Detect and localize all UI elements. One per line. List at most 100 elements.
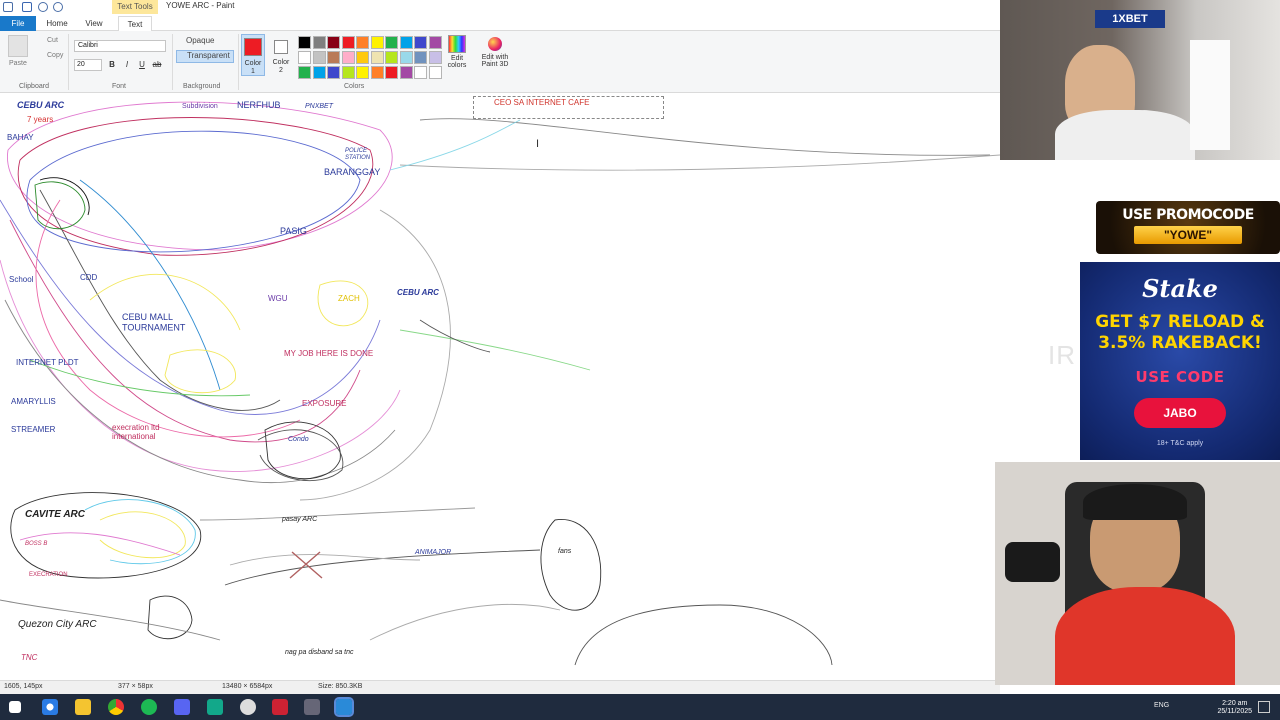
strikethrough-button[interactable]: ab [151, 59, 163, 71]
tab-view[interactable]: View [80, 16, 108, 31]
file-explorer-icon[interactable] [75, 699, 91, 715]
palette-swatch[interactable] [341, 51, 355, 64]
selection-size: 377 × 58px [118, 683, 153, 690]
color-palette [298, 36, 442, 80]
palette-swatch[interactable] [356, 51, 369, 64]
label-execration-2: EXECRATION [29, 572, 68, 578]
streamer-hair [1083, 484, 1187, 520]
palette-swatch[interactable] [341, 36, 355, 49]
app-icon[interactable] [207, 699, 223, 715]
palette-swatch[interactable] [327, 36, 340, 49]
settings-icon[interactable] [240, 699, 256, 715]
palette-swatch[interactable] [399, 36, 413, 49]
label-cebu-mall: CEBU MALL TOURNAMENT [122, 312, 186, 332]
color2-selector[interactable]: Color 2 [270, 34, 294, 76]
promocode-banner: USE PROMOCODE "YOWE" [1096, 201, 1280, 254]
divider [68, 34, 69, 90]
tab-file[interactable]: File [0, 16, 36, 31]
paint-canvas[interactable]: CEBU ARC 7 years BAHAY Subdivision NERFH… [0, 94, 1000, 675]
label-school: School [9, 275, 34, 284]
palette-swatch[interactable] [312, 36, 326, 49]
palette-swatch[interactable] [312, 51, 326, 64]
palette-swatch[interactable] [399, 66, 413, 79]
divider [172, 34, 173, 90]
palette-swatch[interactable] [385, 66, 398, 79]
app-icon[interactable] [304, 699, 320, 715]
language-indicator[interactable]: ENG [1154, 702, 1169, 709]
underline-button[interactable]: U [136, 59, 148, 71]
label-tnc: TNC [21, 653, 38, 662]
palette-swatch[interactable] [385, 51, 398, 64]
save-icon[interactable] [22, 2, 32, 12]
edit-with-paint3d-button[interactable]: Edit with Paint 3D [478, 35, 512, 75]
active-text-box[interactable]: CEO SA INTERNET CAFE [473, 96, 664, 119]
paint-app-icon [3, 2, 13, 12]
undo-icon[interactable] [38, 2, 48, 12]
palette-swatch[interactable] [414, 36, 427, 49]
opaque-option[interactable]: Opaque [176, 36, 232, 47]
redo-icon[interactable] [53, 2, 63, 12]
label-wgu: WGU [268, 294, 288, 303]
stake-logo: Stake [1142, 274, 1218, 303]
textbox-content: CEO SA INTERNET CAFE [494, 98, 590, 107]
file-size: Size: 850.3KB [318, 683, 363, 690]
palette-swatch[interactable] [370, 66, 384, 79]
palette-swatch[interactable] [356, 36, 369, 49]
palette-swatch[interactable] [428, 66, 442, 79]
label-police: POLICE STATION [345, 148, 371, 161]
palette-swatch[interactable] [370, 36, 384, 49]
palette-swatch[interactable] [298, 66, 311, 79]
palette-swatch[interactable] [327, 66, 340, 79]
spotify-icon[interactable] [141, 699, 157, 715]
label-cdd: CDD [80, 273, 98, 282]
paint-taskbar-icon[interactable] [334, 697, 354, 717]
paste-button[interactable]: Paste [9, 60, 27, 67]
discord-icon[interactable] [174, 699, 190, 715]
clock[interactable]: 2:20 am 25/11/2025 [1217, 700, 1252, 716]
palette-swatch[interactable] [399, 51, 413, 64]
paste-icon[interactable] [8, 35, 28, 57]
tab-text[interactable]: Text [118, 16, 152, 31]
edit-colors-button[interactable]: Edit colors [446, 35, 468, 75]
chrome-icon[interactable] [108, 699, 124, 715]
palette-swatch[interactable] [327, 51, 340, 64]
divider [238, 34, 239, 90]
label-cebu-arc-2: CEBU ARC [397, 288, 439, 297]
edge-icon[interactable] [42, 699, 58, 715]
colors-group-label: Colors [344, 83, 365, 90]
tab-home[interactable]: Home [42, 16, 72, 31]
clipboard-group-label: Clipboard [19, 83, 49, 90]
font-size-select[interactable]: 20 [74, 59, 102, 71]
label-disband: nag pa disband sa tnc [285, 649, 354, 656]
palette-swatch[interactable] [356, 66, 369, 79]
palette-swatch[interactable] [414, 51, 427, 64]
palette-swatch[interactable] [414, 66, 427, 79]
italic-button[interactable]: I [121, 59, 133, 71]
palette-swatch[interactable] [312, 66, 326, 79]
palette-swatch[interactable] [428, 51, 442, 64]
color1-selector[interactable]: Color 1 [241, 34, 265, 76]
palette-swatch[interactable] [298, 36, 311, 49]
canvas-size: 13480 × 6584px [222, 683, 273, 690]
color1-swatch [244, 38, 262, 56]
label-pasig: PASIG [280, 226, 307, 236]
bold-button[interactable]: B [106, 59, 118, 71]
streaming-app-icon[interactable] [272, 699, 288, 715]
streamer-shirt [1055, 587, 1235, 685]
notification-icon[interactable] [1258, 701, 1270, 713]
palette-swatch[interactable] [341, 66, 355, 79]
windows-start-icon[interactable] [9, 701, 21, 713]
microphone-icon [1005, 542, 1060, 582]
cut-button[interactable]: Cut [47, 37, 58, 44]
ribbon: Paste Cut Copy Clipboard Calibri 20 B I … [0, 31, 1000, 93]
label-cebu-arc: CEBU ARC [17, 100, 65, 110]
label-animajor: ANIMAJOR [414, 549, 451, 556]
transparent-option[interactable]: Transparent [176, 50, 234, 63]
watermark: IR [1048, 340, 1076, 370]
palette-swatch[interactable] [385, 36, 398, 49]
palette-swatch[interactable] [298, 51, 311, 64]
copy-button[interactable]: Copy [47, 52, 63, 59]
palette-swatch[interactable] [428, 36, 442, 49]
font-family-select[interactable]: Calibri [74, 40, 166, 52]
palette-swatch[interactable] [370, 51, 384, 64]
